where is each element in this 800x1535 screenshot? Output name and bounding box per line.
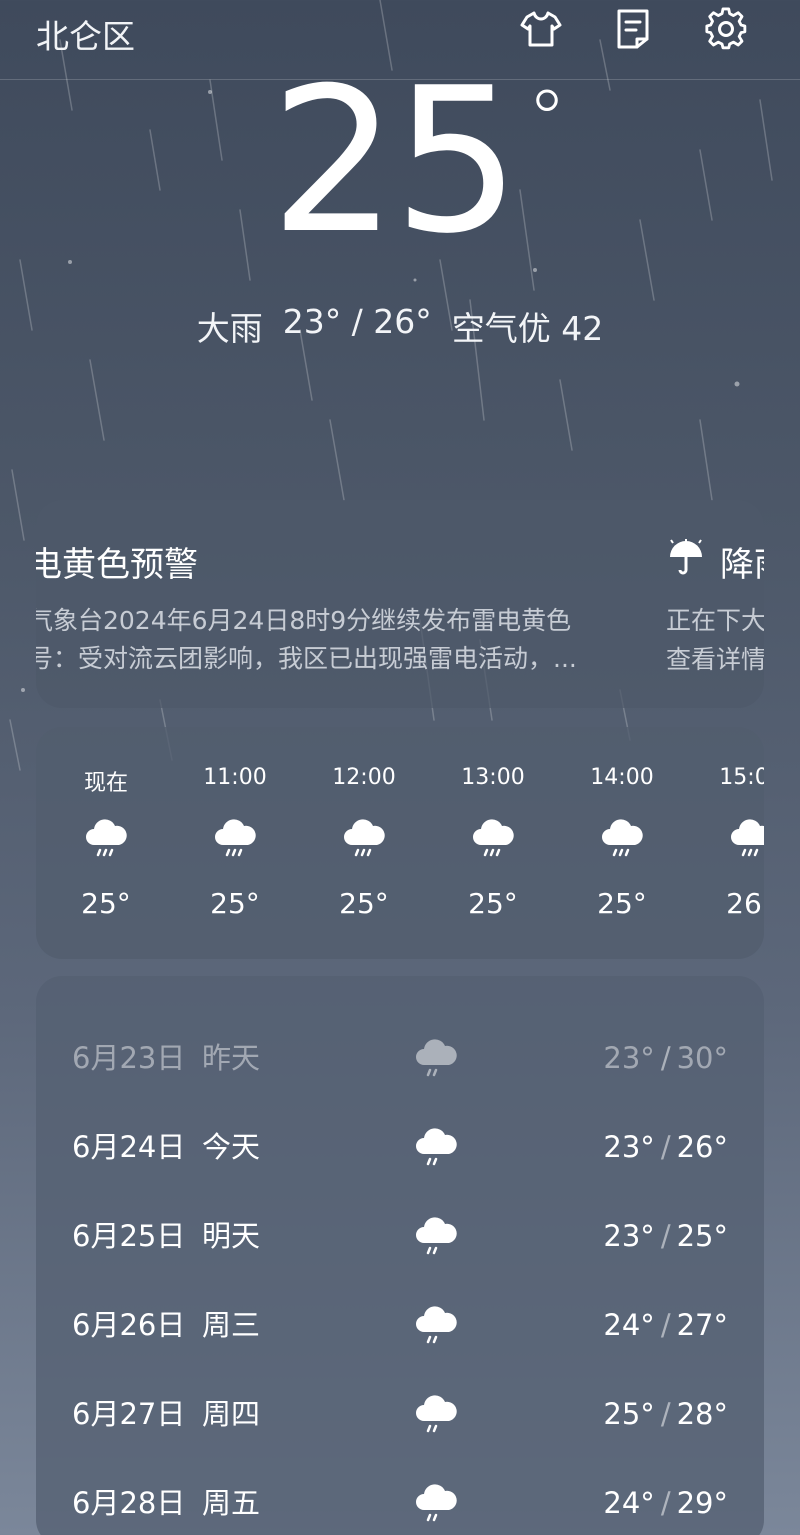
day-date: 6月24日 (72, 1130, 186, 1164)
heavy-rain-icon (416, 1128, 457, 1166)
high-temp: 26° (676, 1130, 728, 1164)
daily-row[interactable]: 6月25日 明天 23°/25° (36, 1192, 764, 1281)
alert-text-line2: 号：受对流云团影响，我区已出现强雷电活动，... (36, 644, 577, 673)
rain-panel-text: 正在下大 (666, 606, 764, 635)
high-temp: 25° (676, 1219, 728, 1253)
day-date: 6月26日 (72, 1308, 186, 1342)
rain-forecast-panel[interactable]: 降雨 正在下大 查看详情 (666, 537, 764, 687)
alert-carousel: 电黄色预警 气象台2024年6月24日8时9分继续发布雷电黄色 号：受对流云团影… (36, 500, 764, 708)
day-date: 6月25日 (72, 1219, 186, 1253)
low-temp: 24° (603, 1308, 655, 1342)
gear-icon[interactable] (703, 6, 749, 52)
heavy-rain-icon (344, 819, 385, 857)
high-temp: 28° (676, 1397, 728, 1431)
temperature-range: 23° / 26° (282, 302, 432, 341)
hour-label: 11:00 (203, 765, 267, 790)
rain-panel-details-link[interactable]: 查看详情 (666, 640, 764, 676)
hourly-item: 12:00 25° (294, 727, 434, 959)
heavy-rain-icon (473, 819, 514, 857)
day-date: 6月27日 (72, 1397, 186, 1431)
low-temp: 23° (603, 1219, 655, 1253)
heavy-rain-icon (416, 1306, 457, 1344)
hourly-forecast[interactable]: 现在 25° 11:00 25° 12:00 25° 13:00 25° 14:… (36, 727, 764, 959)
day-temperature-range: 23°/25° (603, 1192, 728, 1281)
hour-label: 14:00 (590, 765, 654, 790)
current-temperature: 25 (270, 45, 520, 278)
hourly-item: 13:00 25° (423, 727, 563, 959)
high-temp: 27° (676, 1308, 728, 1342)
hour-temperature: 25° (597, 887, 647, 920)
umbrella-icon (670, 539, 702, 575)
heavy-rain-icon (416, 1039, 457, 1077)
heavy-rain-icon (416, 1395, 457, 1433)
hour-temperature: 25° (339, 887, 389, 920)
day-temperature-range: 25°/28° (603, 1370, 728, 1459)
temp-separator: / (660, 1130, 671, 1164)
air-quality[interactable]: 空气优 42 (452, 302, 603, 350)
day-name: 明天 (202, 1219, 261, 1253)
day-temperature-range: 23°/30° (603, 1014, 728, 1103)
temp-separator: / (660, 1397, 671, 1431)
alert-text-line1: 气象台2024年6月24日8时9分继续发布雷电黄色 (36, 606, 572, 635)
condition-text: 大雨 (196, 309, 263, 348)
document-icon[interactable] (610, 6, 656, 52)
hourly-item: 11:00 25° (165, 727, 305, 959)
day-name: 周四 (202, 1397, 261, 1431)
hour-temperature: 25° (81, 887, 131, 920)
hour-temperature: 25° (210, 887, 260, 920)
city-name[interactable]: 北仑区 (36, 10, 135, 58)
hour-temperature: 25° (468, 887, 518, 920)
hour-label: 现在 (83, 771, 128, 796)
daily-row[interactable]: 6月24日 今天 23°/26° (36, 1103, 764, 1192)
heavy-rain-icon (731, 819, 764, 857)
alert-card[interactable]: 电黄色预警 气象台2024年6月24日8时9分继续发布雷电黄色 号：受对流云团影… (36, 500, 764, 708)
day-temperature-range: 24°/29° (603, 1459, 728, 1535)
degree-symbol: ° (527, 73, 567, 166)
daily-row[interactable]: 6月28日 周五 24°/29° (36, 1459, 764, 1535)
day-name: 周五 (202, 1486, 261, 1520)
high-temp: 30° (676, 1041, 728, 1075)
low-temp: 24° (603, 1486, 655, 1520)
hour-label: 12:00 (332, 765, 396, 790)
low-temp: 23° (603, 1130, 655, 1164)
hourly-item: 现在 25° (36, 727, 176, 959)
tshirt-icon[interactable] (518, 6, 564, 52)
temp-separator: / (660, 1308, 671, 1342)
day-name: 昨天 (202, 1041, 261, 1075)
heavy-rain-icon (602, 819, 643, 857)
high-temp: 29° (676, 1486, 728, 1520)
daily-forecast[interactable]: 6月23日 昨天 23°/30° 6月24日 今天 23°/26° 6月25日 … (36, 976, 764, 1535)
daily-row[interactable]: 6月23日 昨天 23°/30° (36, 1014, 764, 1103)
day-date: 6月23日 (72, 1041, 186, 1075)
temp-separator: / (660, 1219, 671, 1253)
day-temperature-range: 24°/27° (603, 1281, 728, 1370)
low-temp: 23° (603, 1041, 655, 1075)
temp-separator: / (660, 1041, 671, 1075)
hourly-item: 15:00 26° (681, 727, 764, 959)
day-name: 今天 (202, 1130, 261, 1164)
heavy-rain-icon (86, 819, 127, 857)
heavy-rain-icon (416, 1484, 457, 1522)
daily-row[interactable]: 6月26日 周三 24°/27° (36, 1281, 764, 1370)
hour-label: 13:00 (461, 765, 525, 790)
day-date: 6月28日 (72, 1486, 186, 1520)
day-temperature-range: 23°/26° (603, 1103, 728, 1192)
heavy-rain-icon (215, 819, 256, 857)
low-temp: 25° (603, 1397, 655, 1431)
rain-panel-title: 降雨 (720, 545, 764, 585)
hourly-item: 14:00 25° (552, 727, 692, 959)
heavy-rain-icon (416, 1217, 457, 1255)
daily-row[interactable]: 6月27日 周四 25°/28° (36, 1370, 764, 1459)
temp-separator: / (660, 1486, 671, 1520)
hour-temperature: 26° (726, 887, 764, 920)
weather-summary: 大雨 23° / 26° 空气优 42 (0, 302, 800, 350)
alert-title: 电黄色预警 (36, 545, 198, 585)
hour-label: 15:00 (719, 765, 764, 790)
day-name: 周三 (202, 1308, 261, 1342)
